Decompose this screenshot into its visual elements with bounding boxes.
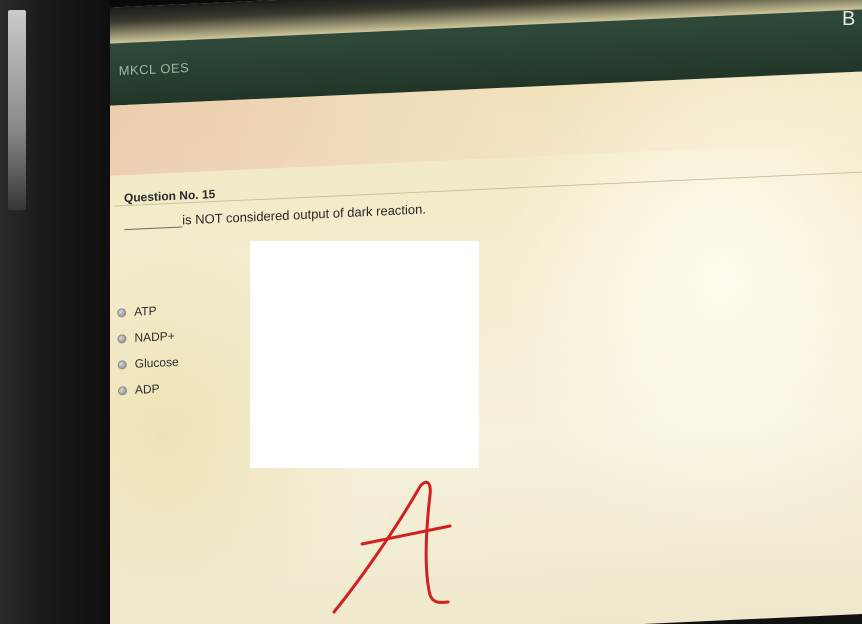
option-label: Glucose [134,354,179,371]
photo-of-monitor: MKCL OES Question No. 15 is NOT consider… [0,0,862,624]
option-atp[interactable]: ATP [117,304,157,320]
handwritten-answer-mark [332,480,452,614]
radio-button[interactable] [117,307,127,318]
option-nadp[interactable]: NADP+ [117,328,175,346]
question-blank [124,226,183,231]
option-label: ADP [134,381,160,397]
option-label: NADP+ [134,328,175,345]
option-adp[interactable]: ADP [117,381,160,398]
monitor-bezel-left [0,0,110,624]
handwritten-a-crossbar [360,524,452,546]
corner-letter: B [842,8,856,30]
question-divider [114,171,862,207]
app-title: MKCL OES [118,60,190,79]
radio-button[interactable] [117,359,127,370]
question-text: is NOT considered output of dark reactio… [182,201,427,228]
redaction-box [250,241,479,468]
radio-button[interactable] [117,385,128,396]
radio-button[interactable] [117,333,127,344]
bezel-highlight [8,10,26,210]
option-glucose[interactable]: Glucose [117,354,179,372]
option-label: ATP [134,303,157,319]
handwritten-a-stroke [332,480,450,614]
exam-screen: MKCL OES Question No. 15 is NOT consider… [100,0,862,624]
